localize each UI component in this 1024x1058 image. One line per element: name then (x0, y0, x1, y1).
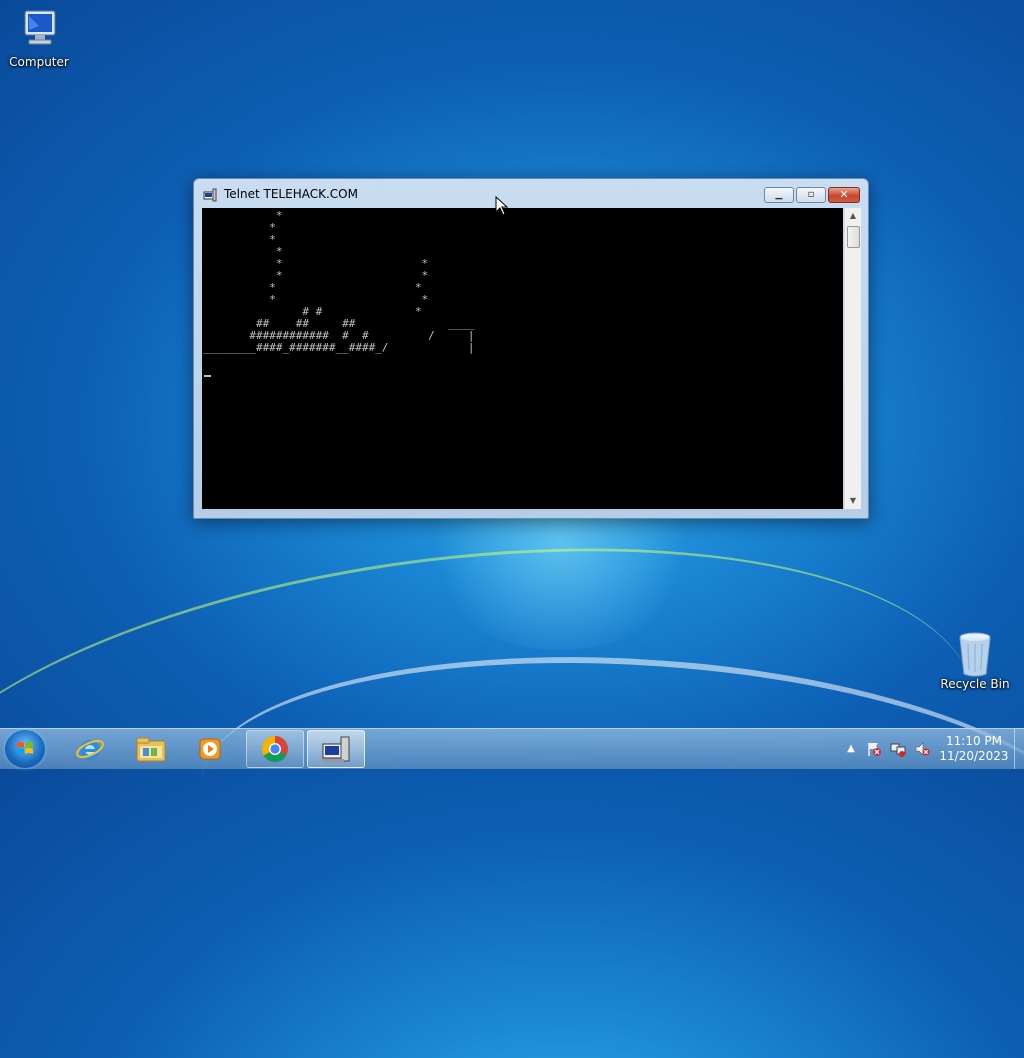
start-button[interactable] (5, 730, 45, 768)
recycle-bin-icon (951, 630, 999, 677)
folder-icon (136, 737, 166, 762)
window-title: Telnet TELEHACK.COM (224, 187, 358, 201)
internet-explorer-icon (76, 739, 104, 760)
windows-logo-icon (17, 742, 33, 754)
vertical-scrollbar[interactable]: ▲ ▼ (844, 208, 861, 509)
desktop-icon-recycle-bin[interactable]: Recycle Bin (939, 630, 1011, 691)
scroll-thumb[interactable] (847, 226, 860, 248)
text-cursor (204, 375, 211, 377)
telnet-icon (203, 187, 217, 202)
close-icon: ✕ (839, 188, 849, 201)
mouse-pointer-icon (495, 195, 509, 216)
telnet-window: Telnet TELEHACK.COM ▁ ▫ ✕ * * * * * * * (193, 178, 869, 519)
telnet-icon (322, 736, 350, 762)
volume-muted-icon[interactable] (914, 741, 930, 757)
show-desktop-button[interactable] (1014, 729, 1024, 769)
console-text: * * * * * * * * * * * * # # * ## ## ## _… (203, 209, 475, 354)
taskbar: ▲ 11:10 PM 11/20/2023 (0, 728, 1024, 769)
action-center-flag-icon[interactable] (866, 741, 882, 757)
window-titlebar[interactable]: Telnet TELEHACK.COM ▁ ▫ ✕ (194, 179, 868, 209)
clock-date: 11/20/2023 (939, 749, 1009, 763)
taskbar-item-telnet[interactable] (307, 730, 365, 768)
maximize-icon: ▫ (807, 189, 815, 200)
desktop-icon-computer[interactable]: Computer (3, 8, 75, 69)
computer-icon (15, 8, 63, 52)
console-output[interactable]: * * * * * * * * * * * * # # * ## ## ## _… (202, 208, 843, 509)
show-hidden-icons[interactable]: ▲ (843, 741, 859, 757)
clock-time: 11:10 PM (946, 734, 1002, 748)
minimize-icon: ▁ (775, 190, 783, 200)
taskbar-item-internet-explorer[interactable] (61, 730, 119, 768)
taskbar-item-windows-explorer[interactable] (122, 730, 180, 768)
desktop-icon-label: Computer (9, 55, 69, 69)
scroll-down-icon[interactable]: ▼ (845, 493, 861, 509)
network-icon[interactable] (890, 741, 906, 757)
close-button[interactable]: ✕ (828, 187, 860, 203)
taskbar-item-media-player[interactable] (181, 730, 239, 768)
maximize-button[interactable]: ▫ (796, 187, 826, 203)
taskbar-item-chrome[interactable] (246, 730, 304, 768)
minimize-button[interactable]: ▁ (764, 187, 794, 203)
chrome-icon (261, 735, 288, 763)
system-clock[interactable]: 11:10 PM 11/20/2023 (938, 734, 1010, 764)
media-player-icon (199, 738, 221, 760)
scroll-up-icon[interactable]: ▲ (845, 208, 861, 224)
